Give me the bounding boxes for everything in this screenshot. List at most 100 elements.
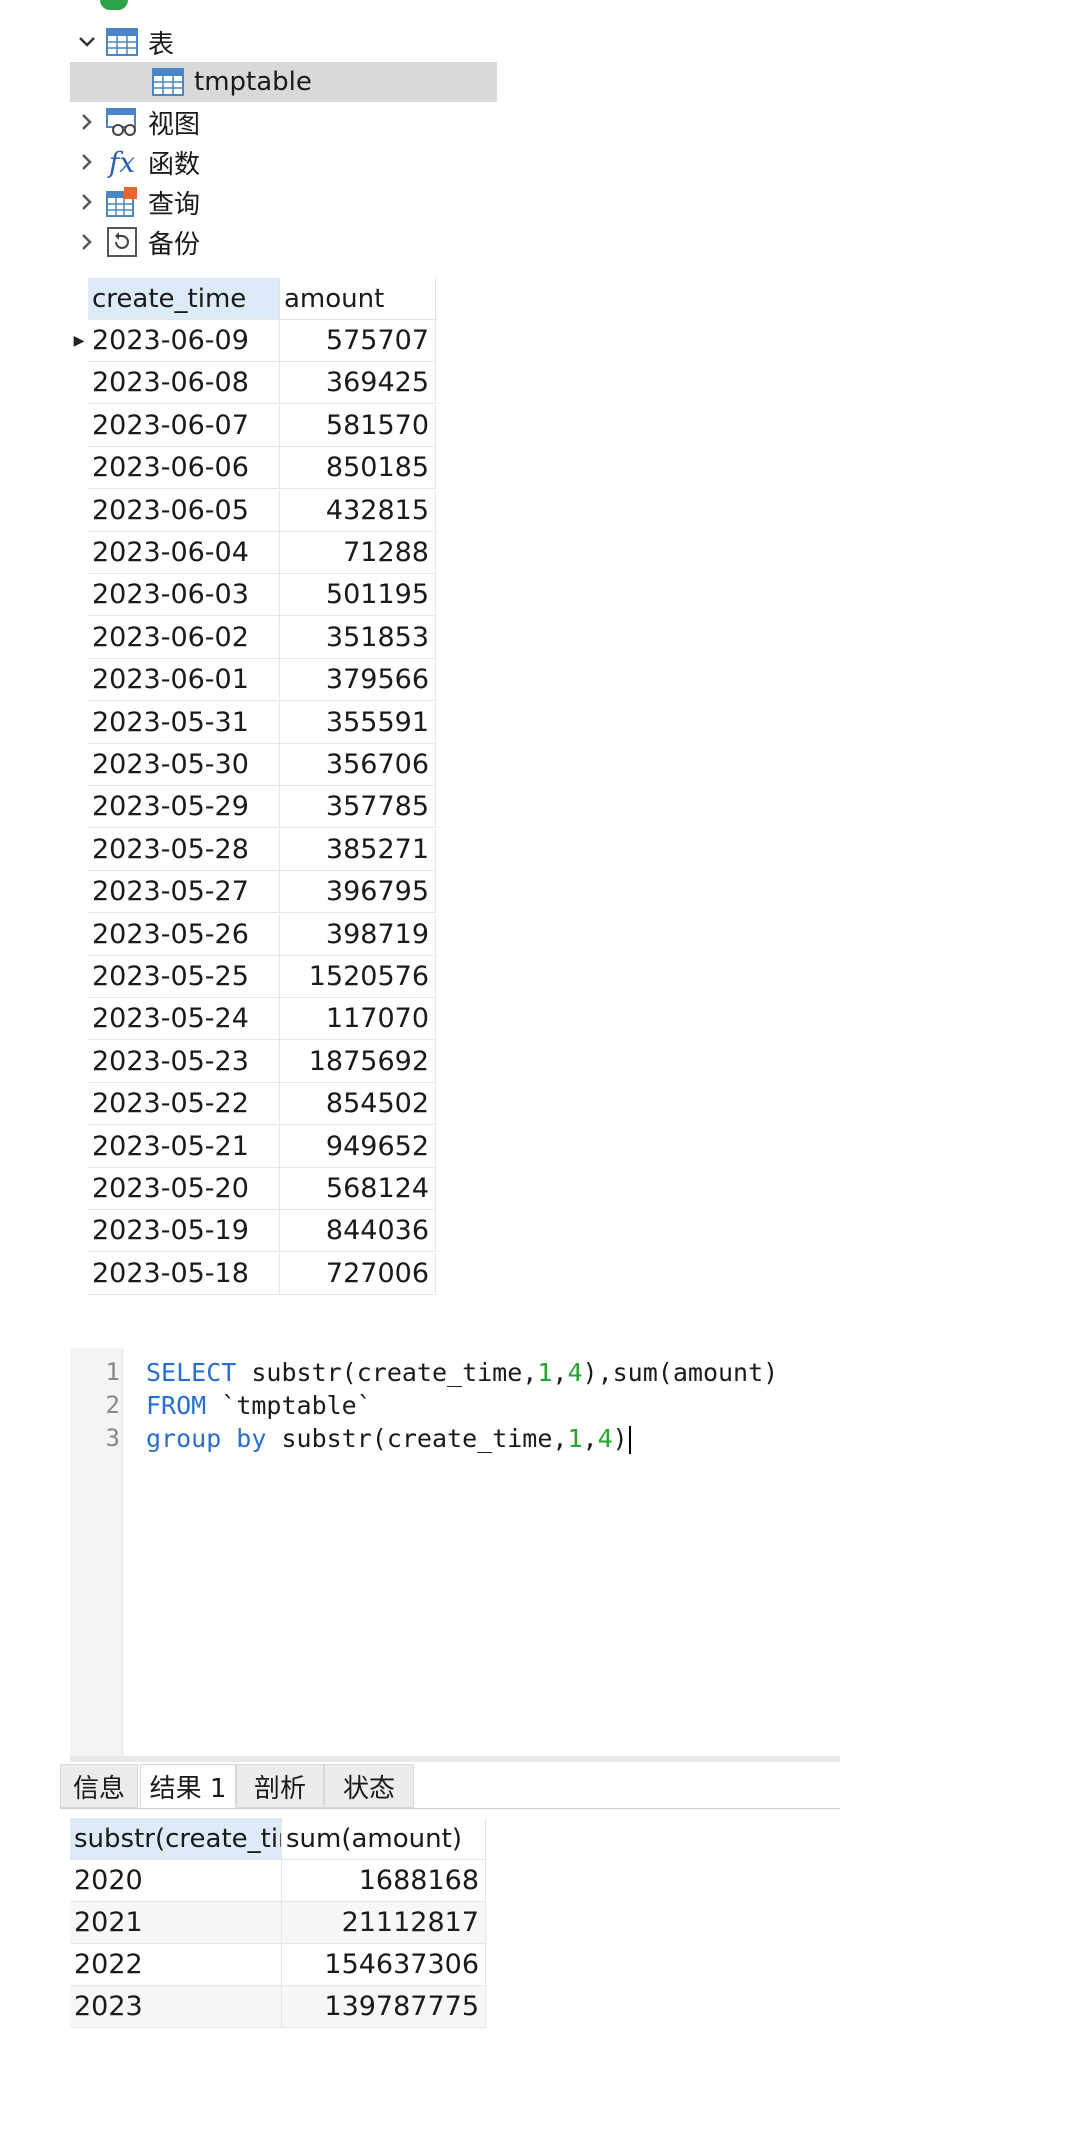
table-row[interactable]: 2023-05-27 396795 bbox=[70, 871, 436, 914]
table-row[interactable]: 2023-06-05 432815 bbox=[70, 489, 436, 532]
cell-create-time[interactable]: 2023-05-29 bbox=[88, 786, 280, 829]
cell-year[interactable]: 2021 bbox=[70, 1902, 282, 1944]
tab-profile[interactable]: 剖析 bbox=[236, 1764, 324, 1808]
table-row[interactable]: 2023-05-29 357785 bbox=[70, 786, 436, 829]
cell-year[interactable]: 2023 bbox=[70, 1986, 282, 2028]
cell-amount[interactable]: 432815 bbox=[280, 489, 436, 532]
cell-create-time[interactable]: 2023-05-31 bbox=[88, 701, 280, 744]
cell-amount[interactable]: 575707 bbox=[280, 320, 436, 362]
cell-amount[interactable]: 850185 bbox=[280, 447, 436, 490]
tree-node-views[interactable]: 视图 bbox=[70, 102, 200, 142]
table-row[interactable]: 2023-05-23 1875692 bbox=[70, 1040, 436, 1083]
table-row[interactable]: ▶ 2023-06-09 575707 bbox=[70, 320, 436, 362]
column-header-create-time[interactable]: create_time bbox=[88, 278, 280, 320]
cell-create-time[interactable]: 2023-05-21 bbox=[88, 1125, 280, 1168]
cell-create-time[interactable]: 2023-05-18 bbox=[88, 1252, 280, 1295]
code-line[interactable]: SELECT substr(create_time,1,4),sum(amoun… bbox=[146, 1358, 778, 1387]
chevron-right-icon[interactable] bbox=[70, 113, 104, 131]
table-row[interactable]: 2023-05-25 1520576 bbox=[70, 956, 436, 998]
cell-create-time[interactable]: 2023-05-25 bbox=[88, 956, 280, 998]
splitter[interactable] bbox=[70, 1756, 840, 1762]
table-row[interactable]: 2023-05-30 356706 bbox=[70, 744, 436, 786]
cell-amount[interactable]: 501195 bbox=[280, 574, 436, 617]
table-row[interactable]: 2023-05-24 117070 bbox=[70, 998, 436, 1041]
table-row[interactable]: 2023-06-01 379566 bbox=[70, 659, 436, 702]
tree-node-tmptable[interactable]: tmptable bbox=[150, 62, 312, 102]
chevron-right-icon[interactable] bbox=[70, 193, 104, 211]
result-row[interactable]: 2022 154637306 bbox=[70, 1944, 486, 1986]
tab-info[interactable]: 信息 bbox=[60, 1764, 138, 1808]
cell-year[interactable]: 2022 bbox=[70, 1944, 282, 1986]
cell-amount[interactable]: 356706 bbox=[280, 744, 436, 786]
result-row[interactable]: 2021 21112817 bbox=[70, 1902, 486, 1944]
column-header-substr[interactable]: substr(create_tim bbox=[70, 1818, 282, 1860]
cell-amount[interactable]: 369425 bbox=[280, 362, 436, 405]
table-row[interactable]: 2023-06-06 850185 bbox=[70, 447, 436, 490]
table-row[interactable]: 2023-06-02 351853 bbox=[70, 616, 436, 659]
cell-amount[interactable]: 568124 bbox=[280, 1168, 436, 1210]
cell-amount[interactable]: 854502 bbox=[280, 1083, 436, 1126]
cell-create-time[interactable]: 2023-05-24 bbox=[88, 998, 280, 1041]
chevron-right-icon[interactable] bbox=[70, 233, 104, 251]
cell-create-time[interactable]: 2023-05-20 bbox=[88, 1168, 280, 1210]
cell-amount[interactable]: 351853 bbox=[280, 616, 436, 659]
cell-amount[interactable]: 844036 bbox=[280, 1210, 436, 1253]
column-header-sum-amount[interactable]: sum(amount) bbox=[282, 1818, 486, 1860]
cell-amount[interactable]: 355591 bbox=[280, 701, 436, 744]
tree-node-functions[interactable]: fx 函数 bbox=[70, 142, 200, 182]
chevron-down-icon[interactable] bbox=[70, 36, 104, 48]
cell-create-time[interactable]: 2023-06-04 bbox=[88, 532, 280, 574]
cell-sum-amount[interactable]: 154637306 bbox=[282, 1944, 486, 1986]
cell-amount[interactable]: 949652 bbox=[280, 1125, 436, 1168]
cell-amount[interactable]: 71288 bbox=[280, 532, 436, 574]
cell-create-time[interactable]: 2023-06-05 bbox=[88, 489, 280, 532]
cell-amount[interactable]: 396795 bbox=[280, 871, 436, 914]
table-row[interactable]: 2023-05-18 727006 bbox=[70, 1252, 436, 1295]
table-row[interactable]: 2023-05-20 568124 bbox=[70, 1168, 436, 1210]
cell-year[interactable]: 2020 bbox=[70, 1860, 282, 1902]
tab-result-1[interactable]: 结果 1 bbox=[140, 1764, 236, 1808]
cell-create-time[interactable]: 2023-06-03 bbox=[88, 574, 280, 617]
cell-sum-amount[interactable]: 21112817 bbox=[282, 1902, 486, 1944]
cell-create-time[interactable]: 2023-06-09 bbox=[88, 320, 280, 362]
cell-create-time[interactable]: 2023-06-01 bbox=[88, 659, 280, 702]
code-line[interactable]: FROM `tmptable` bbox=[146, 1391, 372, 1420]
cell-create-time[interactable]: 2023-05-28 bbox=[88, 828, 280, 871]
cell-sum-amount[interactable]: 139787775 bbox=[282, 1986, 486, 2028]
cell-create-time[interactable]: 2023-05-30 bbox=[88, 744, 280, 786]
cell-amount[interactable]: 385271 bbox=[280, 828, 436, 871]
cell-amount[interactable]: 727006 bbox=[280, 1252, 436, 1295]
cell-create-time[interactable]: 2023-06-07 bbox=[88, 404, 280, 447]
table-row[interactable]: 2023-06-07 581570 bbox=[70, 404, 436, 447]
tab-status[interactable]: 状态 bbox=[324, 1764, 414, 1808]
table-row[interactable]: 2023-06-08 369425 bbox=[70, 362, 436, 405]
table-row[interactable]: 2023-05-19 844036 bbox=[70, 1210, 436, 1253]
table-row[interactable]: 2023-05-26 398719 bbox=[70, 913, 436, 956]
cell-amount[interactable]: 398719 bbox=[280, 913, 436, 956]
cell-create-time[interactable]: 2023-06-06 bbox=[88, 447, 280, 490]
code-line[interactable]: group by substr(create_time,1,4) bbox=[146, 1424, 631, 1454]
sql-editor[interactable]: 1 2 3 SELECT substr(create_time,1,4),sum(am… bbox=[70, 1348, 840, 1756]
table-row[interactable]: 2023-05-31 355591 bbox=[70, 701, 436, 744]
tree-node-backups[interactable]: 备份 bbox=[70, 222, 200, 262]
table-row[interactable]: 2023-05-21 949652 bbox=[70, 1125, 436, 1168]
table-row[interactable]: 2023-06-04 71288 bbox=[70, 532, 436, 574]
table-row[interactable]: 2023-05-28 385271 bbox=[70, 828, 436, 871]
cell-create-time[interactable]: 2023-05-23 bbox=[88, 1040, 280, 1083]
table-row[interactable]: 2023-05-22 854502 bbox=[70, 1083, 436, 1126]
cell-amount[interactable]: 1520576 bbox=[280, 956, 436, 998]
result-row[interactable]: 2020 1688168 bbox=[70, 1860, 486, 1902]
cell-create-time[interactable]: 2023-06-02 bbox=[88, 616, 280, 659]
cell-amount[interactable]: 581570 bbox=[280, 404, 436, 447]
cell-amount[interactable]: 357785 bbox=[280, 786, 436, 829]
cell-sum-amount[interactable]: 1688168 bbox=[282, 1860, 486, 1902]
cell-create-time[interactable]: 2023-05-26 bbox=[88, 913, 280, 956]
cell-amount[interactable]: 117070 bbox=[280, 998, 436, 1041]
cell-create-time[interactable]: 2023-05-19 bbox=[88, 1210, 280, 1253]
cell-create-time[interactable]: 2023-05-27 bbox=[88, 871, 280, 914]
cell-create-time[interactable]: 2023-05-22 bbox=[88, 1083, 280, 1126]
column-header-amount[interactable]: amount bbox=[280, 278, 436, 320]
chevron-right-icon[interactable] bbox=[70, 153, 104, 171]
table-row[interactable]: 2023-06-03 501195 bbox=[70, 574, 436, 617]
cell-create-time[interactable]: 2023-06-08 bbox=[88, 362, 280, 405]
